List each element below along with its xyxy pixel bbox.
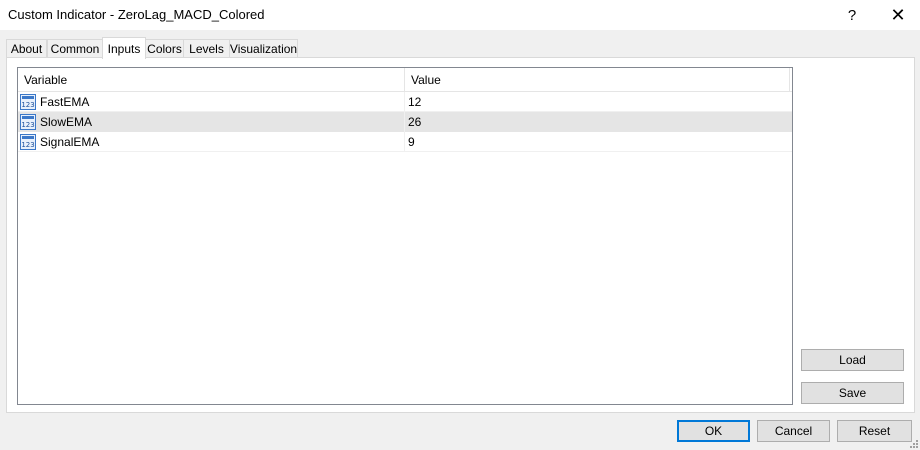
tab-common[interactable]: Common bbox=[47, 39, 103, 58]
variable-label: SlowEMA bbox=[40, 115, 93, 129]
title-bar: Custom Indicator - ZeroLag_MACD_Colored … bbox=[0, 0, 920, 30]
value-cell[interactable]: 9 bbox=[405, 132, 790, 152]
table-row[interactable]: 123 SignalEMA 9 bbox=[18, 132, 792, 152]
tab-about[interactable]: About bbox=[6, 39, 47, 58]
tab-strip: About Common Inputs Colors Levels Visual… bbox=[6, 37, 906, 59]
ok-button[interactable]: OK bbox=[677, 420, 750, 442]
column-header-value[interactable]: Value bbox=[405, 68, 790, 92]
value-cell[interactable]: 12 bbox=[405, 92, 790, 112]
table-row[interactable]: 123 FastEMA 12 bbox=[18, 92, 792, 112]
window-title: Custom Indicator - ZeroLag_MACD_Colored bbox=[8, 7, 265, 22]
load-button[interactable]: Load bbox=[801, 349, 904, 371]
tab-inputs[interactable]: Inputs bbox=[102, 37, 146, 59]
tab-colors[interactable]: Colors bbox=[145, 39, 184, 58]
variable-label: SignalEMA bbox=[40, 135, 100, 149]
save-button[interactable]: Save bbox=[801, 382, 904, 404]
variable-label: FastEMA bbox=[40, 95, 90, 109]
table-row[interactable]: 123 SlowEMA 26 bbox=[18, 112, 792, 132]
variable-cell: 123 SignalEMA bbox=[18, 132, 405, 152]
svg-text:123: 123 bbox=[21, 121, 34, 129]
tab-visualization[interactable]: Visualization bbox=[229, 39, 298, 58]
svg-text:123: 123 bbox=[21, 141, 34, 149]
svg-text:123: 123 bbox=[21, 101, 34, 109]
reset-button[interactable]: Reset bbox=[837, 420, 912, 442]
close-button[interactable]: ✕ bbox=[876, 0, 920, 30]
number-123-icon: 123 bbox=[20, 94, 36, 110]
inputs-list[interactable]: Variable Value 123 FastEMA 12 123 SlowEM… bbox=[17, 67, 793, 405]
cancel-button[interactable]: Cancel bbox=[757, 420, 830, 442]
list-header: Variable Value bbox=[18, 68, 792, 92]
number-123-icon: 123 bbox=[20, 114, 36, 130]
variable-cell: 123 FastEMA bbox=[18, 92, 405, 112]
number-123-icon: 123 bbox=[20, 134, 36, 150]
variable-cell: 123 SlowEMA bbox=[18, 112, 405, 132]
resize-grip-icon[interactable] bbox=[908, 438, 918, 448]
tab-levels[interactable]: Levels bbox=[183, 39, 230, 58]
help-button[interactable]: ? bbox=[830, 0, 874, 30]
value-cell[interactable]: 26 bbox=[405, 112, 790, 132]
column-header-variable[interactable]: Variable bbox=[18, 68, 405, 92]
